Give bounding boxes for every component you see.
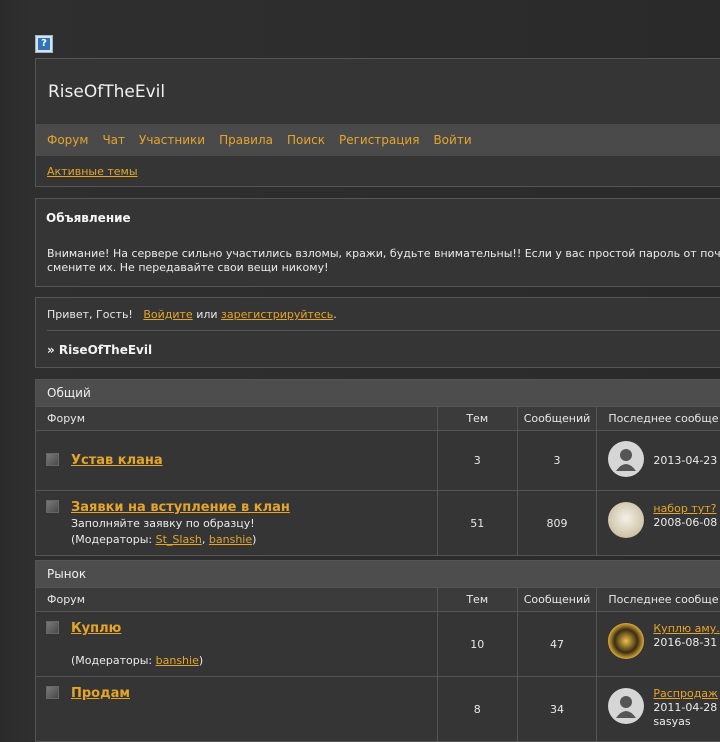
moderators-close: )	[198, 654, 204, 667]
nav-chat[interactable]: Чат	[102, 133, 125, 147]
category-title: Общий	[36, 380, 720, 406]
last-post-link[interactable]: Куплю аму.	[653, 622, 719, 635]
help-icon[interactable]: ?	[35, 35, 53, 53]
welcome-box: Привет, Гость! Войдите или зарегистрируй…	[35, 297, 720, 368]
announcement-text: Внимание! На сервере сильно участились в…	[47, 247, 720, 275]
subnav: Активные темы	[47, 165, 138, 178]
user-avatar-icon	[608, 688, 645, 724]
site-header: RiseOfTheEvil Форум Чат Участники Правил…	[35, 58, 720, 187]
moderator-link[interactable]: banshie	[209, 533, 252, 546]
last-post-link[interactable]: Распродаж	[653, 687, 718, 700]
last-post-link[interactable]: набор тут?	[653, 502, 716, 515]
nav-forum[interactable]: Форум	[47, 133, 88, 147]
category-title: Рынок	[36, 561, 720, 587]
column-headers: Форум Тем Сообщений Последнее сообще	[36, 587, 720, 611]
nav-rules[interactable]: Правила	[219, 133, 273, 147]
col-topics: Тем	[438, 407, 518, 430]
category-market: Рынок Форум Тем Сообщений Последнее сооб…	[35, 560, 720, 742]
moderator-link[interactable]: St_Slash	[156, 533, 202, 546]
user-avatar-icon	[608, 502, 645, 538]
col-forum: Форум	[36, 407, 438, 430]
forum-title[interactable]: Заявки на вступление в клан	[71, 500, 290, 515]
topics-count: 51	[438, 491, 518, 555]
forum-title[interactable]: Продам	[71, 686, 130, 701]
last-post-date: 2016-08-31	[653, 636, 718, 649]
welcome-line: Привет, Гость! Войдите или зарегистрируй…	[47, 308, 337, 321]
breadcrumb: » RiseOfTheEvil	[47, 343, 153, 357]
moderators: (Модераторы: banshie)	[71, 653, 203, 669]
help-icon-glyph: ?	[38, 38, 50, 50]
moderators: (Модераторы: St_Slash, banshie)	[71, 533, 257, 546]
announcement-line-2: смените их. Не передавайте свои вещи ник…	[47, 261, 329, 274]
topics-count: 10	[438, 612, 518, 676]
posts-count: 34	[518, 677, 598, 741]
col-last: Последнее сообще	[608, 412, 719, 425]
col-forum: Форум	[36, 588, 438, 611]
nav-register[interactable]: Регистрация	[339, 133, 419, 147]
forum-row: Заявки на вступление в клан Заполняйте з…	[36, 490, 720, 555]
column-headers: Форум Тем Сообщений Последнее сообще	[36, 406, 720, 430]
forum-title[interactable]: Куплю	[71, 621, 121, 636]
last-post-date: 2013-04-23	[653, 454, 718, 467]
forum-row: Продам 8 34 Распродаж 2011-04-28 sasyas	[36, 676, 720, 741]
login-link[interactable]: Войдите	[143, 308, 192, 321]
greeting: Привет, Гость!	[47, 308, 133, 321]
or-text: или	[196, 308, 218, 321]
forum-cell: Заявки на вступление в клан Заполняйте з…	[36, 491, 438, 555]
forum-desc-text: Заполняйте заявку по образцу!	[71, 517, 255, 530]
moderators-label: (Модераторы:	[71, 533, 153, 546]
category-general: Общий Форум Тем Сообщений Последнее сооб…	[35, 379, 720, 556]
last-post-cell: Распродаж 2011-04-28 sasyas	[597, 677, 720, 741]
forum-cell: Продам	[36, 677, 438, 741]
last-post-date: 2008-06-08	[653, 516, 718, 529]
nav-search[interactable]: Поиск	[287, 133, 325, 147]
user-avatar-icon	[608, 623, 645, 659]
announcement-line-1: Внимание! На сервере сильно участились в…	[47, 247, 720, 260]
folder-icon	[46, 621, 59, 634]
register-link[interactable]: зарегистрируйтесь	[221, 308, 333, 321]
folder-icon	[46, 453, 59, 466]
user-avatar-icon	[608, 441, 645, 477]
moderators-close: )	[252, 533, 257, 546]
topics-count: 3	[438, 431, 518, 490]
moderators-label: (Модераторы:	[71, 654, 153, 667]
site-title: RiseOfTheEvil	[48, 82, 166, 102]
posts-count: 3	[518, 431, 598, 490]
last-post-cell: Куплю аму. 2016-08-31	[597, 612, 720, 676]
last-post-cell: 2013-04-23	[597, 431, 720, 490]
last-post-user: sasyas	[653, 715, 691, 728]
announcement-title: Объявление	[46, 211, 131, 225]
last-post-cell: набор тут? 2008-06-08	[597, 491, 720, 555]
forum-row: Устав клана 3 3 2013-04-23	[36, 430, 720, 490]
posts-count: 809	[518, 491, 598, 555]
forum-description: Заполняйте заявку по образцу! (Модератор…	[71, 516, 256, 548]
col-topics: Тем	[438, 588, 518, 611]
forum-row: Куплю (Модераторы: banshie) 10 47 Куплю …	[36, 611, 720, 676]
announcement-box: Объявление Внимание! На сервере сильно у…	[35, 198, 720, 287]
forum-cell: Куплю (Модераторы: banshie)	[36, 612, 438, 676]
col-last: Последнее сообще	[608, 593, 719, 606]
main-nav: Форум Чат Участники Правила Поиск Регист…	[36, 124, 720, 156]
col-posts: Сообщений	[518, 407, 598, 430]
moderator-link[interactable]: banshie	[156, 654, 199, 667]
nav-members[interactable]: Участники	[139, 133, 205, 147]
topics-count: 8	[438, 677, 518, 741]
last-post-date: 2011-04-28	[653, 701, 718, 714]
forum-title[interactable]: Устав клана	[71, 453, 163, 468]
folder-icon	[46, 686, 59, 699]
folder-icon	[46, 500, 59, 513]
nav-login[interactable]: Войти	[433, 133, 471, 147]
forum-cell: Устав клана	[36, 431, 438, 490]
active-topics-link[interactable]: Активные темы	[47, 165, 138, 178]
divider	[47, 330, 720, 331]
col-posts: Сообщений	[518, 588, 598, 611]
posts-count: 47	[518, 612, 598, 676]
